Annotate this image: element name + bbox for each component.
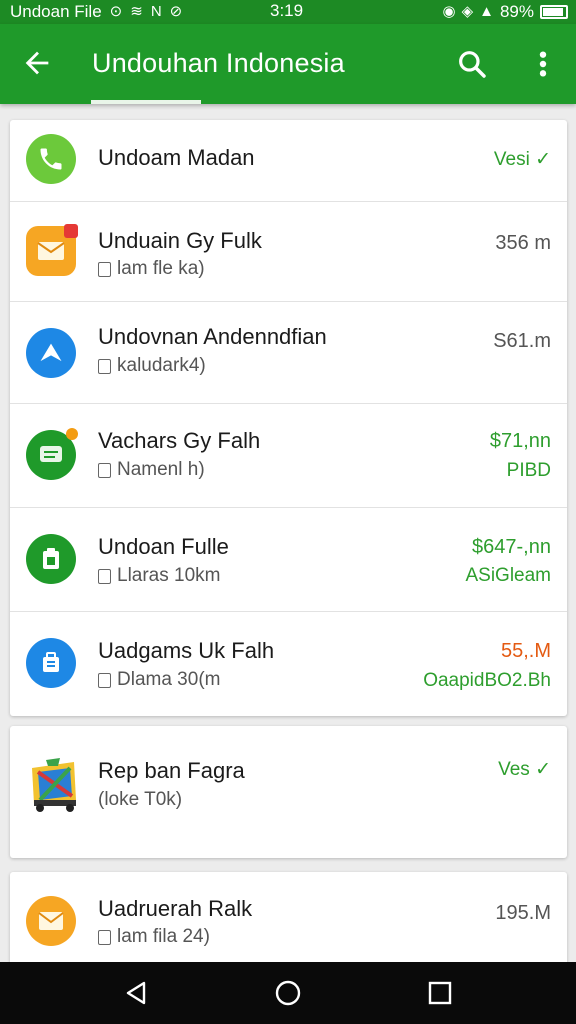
game-icon <box>24 756 82 814</box>
subtitle-text: Namenl h) <box>117 459 205 480</box>
send-icon <box>26 328 76 378</box>
item-title: Vachars Gy Falh <box>98 428 261 453</box>
tab-indicator <box>91 100 201 104</box>
wifi-icon: ≋ <box>130 3 143 20</box>
item-amount: $71,nn <box>489 430 551 452</box>
document-icon <box>26 534 76 584</box>
transaction-card: Undoam Madan Vesi ✓ Unduain Gy Fulk lam … <box>10 120 567 716</box>
item-title: Undoam Madan <box>98 145 255 170</box>
notification-icon: ⊙ <box>109 3 123 20</box>
cell-signal-icon: ▲ <box>479 3 494 20</box>
page-title: Undouhan Indonesia <box>92 48 345 78</box>
item-amount: $647-,nn <box>472 536 551 558</box>
subtitle-text: kaludark4) <box>117 355 206 376</box>
calendar-icon <box>98 358 111 374</box>
item-title: Uadgams Uk Falh <box>98 638 275 663</box>
item-status: ASiGleam <box>465 565 551 586</box>
list-item[interactable]: Uadruerah Ralk lam fila 24) 195.M <box>10 872 567 968</box>
item-title: Uadruerah Ralk <box>98 896 253 921</box>
item-subtitle: Llaras 10km <box>98 565 221 587</box>
list-item[interactable]: Uadgams Uk Falh Dlama 30(m 55,.M OaapidB… <box>10 612 567 716</box>
item-subtitle: lam fila 24) <box>98 926 210 948</box>
transaction-card: Rep ban Fagra (loke T0k) Ves ✓ <box>10 726 567 858</box>
item-status: PIBD <box>506 460 551 481</box>
subtitle-text: Llaras 10km <box>117 565 221 586</box>
item-subtitle: Dlama 30(m <box>98 669 220 691</box>
battery-icon <box>540 5 568 19</box>
transaction-card: Uadruerah Ralk lam fila 24) 195.M <box>10 872 567 968</box>
calendar-icon <box>98 462 111 478</box>
sync-icon: ⊘ <box>169 3 183 20</box>
recents-square-icon[interactable] <box>425 978 455 1008</box>
signal-icon: N <box>150 3 162 20</box>
item-title: Undoan Fulle <box>98 534 229 559</box>
more-options-icon[interactable] <box>532 48 554 80</box>
system-nav-bar <box>0 962 576 1024</box>
phone-icon <box>26 134 76 184</box>
calendar-icon <box>98 261 111 277</box>
home-circle-icon[interactable] <box>273 978 303 1008</box>
clock: 3:19 <box>270 1 304 20</box>
battery-percent: 89% <box>499 2 534 21</box>
list-item[interactable]: Unduain Gy Fulk lam fle ka) 356 m <box>10 202 567 302</box>
item-subtitle: lam fle ka) <box>98 258 205 280</box>
app-bar: Undouhan Indonesia <box>0 24 576 104</box>
alarm-icon: ◉ <box>442 3 456 20</box>
subtitle-text: lam fila 24) <box>117 926 210 947</box>
mail-icon <box>26 896 76 946</box>
item-subtitle: kaludark4) <box>98 355 206 377</box>
search-icon[interactable] <box>456 48 488 80</box>
subtitle-text: Dlama 30(m <box>117 669 221 690</box>
back-triangle-icon[interactable] <box>122 978 152 1008</box>
item-amount: 55,.M <box>500 640 551 662</box>
item-amount: 195.M <box>495 902 551 924</box>
list-item[interactable]: Vachars Gy Falh Namenl h) $71,nn PIBD <box>10 404 567 508</box>
briefcase-icon <box>26 638 76 688</box>
item-title: Undovnan Andenndfian <box>98 324 327 349</box>
item-title: Unduain Gy Fulk <box>98 228 262 253</box>
calendar-icon <box>98 672 111 688</box>
item-subtitle: (loke T0k) <box>98 789 183 810</box>
item-title: Rep ban Fagra <box>98 758 245 783</box>
status-bar: Undoan File ⊙ ≋ N ⊘ 3:19 ◉ ◈ ▲ 89% <box>0 0 576 24</box>
item-status: OaapidBO2.Bh <box>423 670 551 691</box>
mail-icon <box>26 224 78 276</box>
list-item[interactable]: Rep ban Fagra (loke T0k) Ves ✓ <box>10 726 567 858</box>
calendar-icon <box>98 929 111 945</box>
item-amount: 356 m <box>495 232 551 254</box>
wifi-icon: ◈ <box>461 3 474 20</box>
list-item[interactable]: Rep ban Fagra Undovnan Andenndfian kalud… <box>10 302 567 404</box>
calendar-icon <box>98 568 111 584</box>
list-item[interactable]: Undoan Fulle Llaras 10km $647-,nn ASiGle… <box>10 508 567 612</box>
item-amount: S61.m <box>493 330 551 352</box>
notification-text: Undoan File <box>10 2 102 21</box>
list-item[interactable]: Undoam Madan Vesi ✓ <box>10 120 567 202</box>
item-status: Vesi ✓ <box>493 149 551 170</box>
back-arrow-icon[interactable] <box>20 46 54 80</box>
subtitle-text: lam fle ka) <box>117 258 205 279</box>
item-status: Ves ✓ <box>498 759 551 780</box>
item-subtitle: Namenl h) <box>98 459 205 481</box>
message-icon <box>26 428 78 480</box>
